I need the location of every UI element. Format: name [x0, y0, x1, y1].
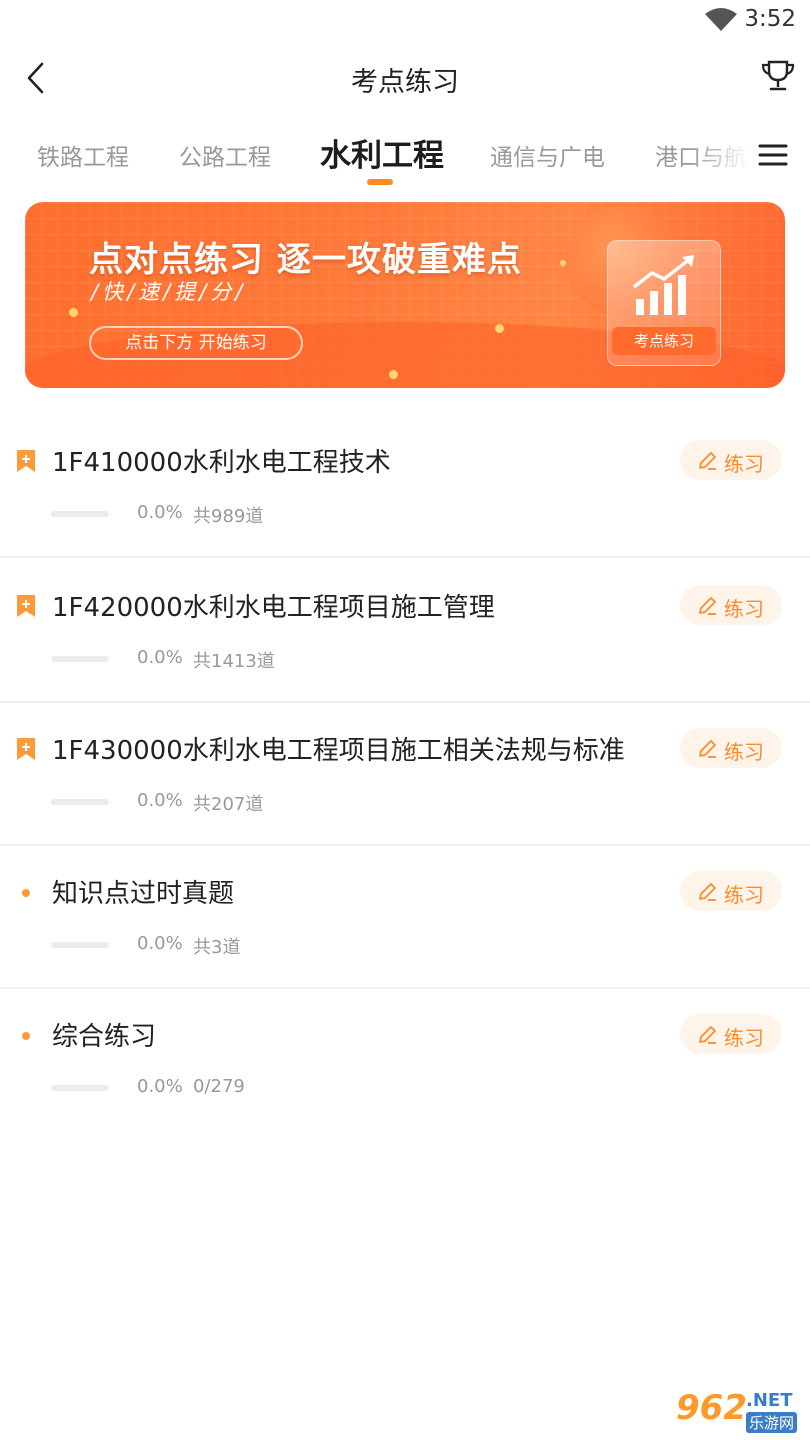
banner-cta: 点击下方 开始练习	[89, 326, 303, 360]
tab-water-conservancy[interactable]: 水利工程	[320, 130, 444, 175]
progress-bar	[51, 656, 109, 662]
watermark-site: 乐游网	[746, 1412, 798, 1433]
practice-button[interactable]: 练习	[680, 440, 782, 480]
bullet-icon	[22, 1032, 30, 1040]
banner-headline: 点对点练习 逐一攻破重难点	[89, 240, 522, 280]
practice-label: 练习	[724, 452, 764, 476]
progress-bar	[51, 1085, 109, 1091]
practice-label: 练习	[724, 1026, 764, 1050]
divider	[0, 844, 810, 846]
banner-dot	[560, 260, 566, 266]
question-count: 共1413道	[193, 651, 275, 672]
pencil-icon	[699, 597, 716, 615]
banner-card: 考点练习	[607, 240, 721, 366]
banner-card-label: 考点练习	[612, 327, 716, 355]
divider	[0, 701, 810, 703]
progress-bar	[51, 799, 109, 805]
divider	[0, 987, 810, 989]
active-tab-indicator	[367, 179, 393, 185]
tab-highway[interactable]: 公路工程	[179, 138, 271, 172]
progress-bar	[51, 942, 109, 948]
item-title: 知识点过时真题	[52, 879, 235, 909]
site-watermark: 962 .NET 乐游网	[676, 1388, 806, 1436]
banner-dot	[495, 324, 504, 333]
bookmark-plus-icon	[17, 595, 35, 617]
pencil-icon	[699, 883, 716, 901]
item-title: 综合练习	[52, 1022, 157, 1052]
item-title: 1F420000水利水电工程项目施工管理	[52, 593, 495, 623]
watermark-number: 962	[676, 1388, 747, 1428]
bookmark-plus-icon	[17, 738, 35, 760]
bullet-icon	[22, 889, 30, 897]
divider	[0, 556, 810, 558]
promo-banner[interactable]: 点对点练习 逐一攻破重难点 /快/速/提/分/ 点击下方 开始练习 考点练习	[25, 202, 785, 388]
list-item: 1F430000水利水电工程项目施工相关法规与标准 练习 0.0% 共207道	[0, 704, 810, 846]
list-item: 知识点过时真题 练习 0.0% 共3道	[0, 847, 810, 989]
item-title: 1F430000水利水电工程项目施工相关法规与标准	[52, 736, 625, 766]
banner-dot	[69, 308, 78, 317]
progress-percent: 0.0%	[137, 790, 183, 811]
tab-telecom[interactable]: 通信与广电	[490, 138, 605, 172]
app-header: 考点练习	[0, 44, 810, 114]
wifi-icon	[705, 8, 737, 31]
question-count: 共207道	[193, 794, 264, 815]
practice-button[interactable]: 练习	[680, 585, 782, 625]
status-time: 3:52	[744, 6, 796, 32]
banner-subline: /快/速/提/分/	[91, 280, 247, 304]
practice-button[interactable]: 练习	[680, 871, 782, 911]
practice-label: 练习	[724, 883, 764, 907]
progress-percent: 0.0%	[137, 502, 183, 523]
menu-icon[interactable]	[758, 142, 788, 168]
question-count: 0/279	[193, 1076, 245, 1097]
status-bar: 3:52	[0, 0, 810, 44]
progress-percent: 0.0%	[137, 1076, 183, 1097]
bookmark-plus-icon	[17, 450, 35, 472]
list-item: 综合练习 练习 0.0% 0/279	[0, 990, 810, 1132]
banner-dot	[389, 370, 398, 379]
question-count: 共3道	[193, 937, 241, 958]
pencil-icon	[699, 1026, 716, 1044]
item-title: 1F410000水利水电工程技术	[52, 448, 391, 478]
progress-percent: 0.0%	[137, 933, 183, 954]
pencil-icon	[699, 452, 716, 470]
tab-fade	[690, 124, 750, 184]
progress-percent: 0.0%	[137, 647, 183, 668]
rising-chart-icon	[632, 255, 694, 315]
tab-railway[interactable]: 铁路工程	[37, 138, 129, 172]
progress-bar	[51, 511, 109, 517]
pencil-icon	[699, 740, 716, 758]
practice-label: 练习	[724, 597, 764, 621]
trophy-icon[interactable]	[760, 58, 796, 94]
list-item: 1F410000水利水电工程技术 练习 0.0% 共989道	[0, 416, 810, 558]
page-title: 考点练习	[351, 67, 459, 98]
list-item: 1F420000水利水电工程项目施工管理 练习 0.0% 共1413道	[0, 561, 810, 703]
practice-label: 练习	[724, 740, 764, 764]
practice-button[interactable]: 练习	[680, 728, 782, 768]
watermark-domain: .NET	[746, 1390, 793, 1411]
practice-button[interactable]: 练习	[680, 1014, 782, 1054]
question-count: 共989道	[193, 506, 264, 527]
